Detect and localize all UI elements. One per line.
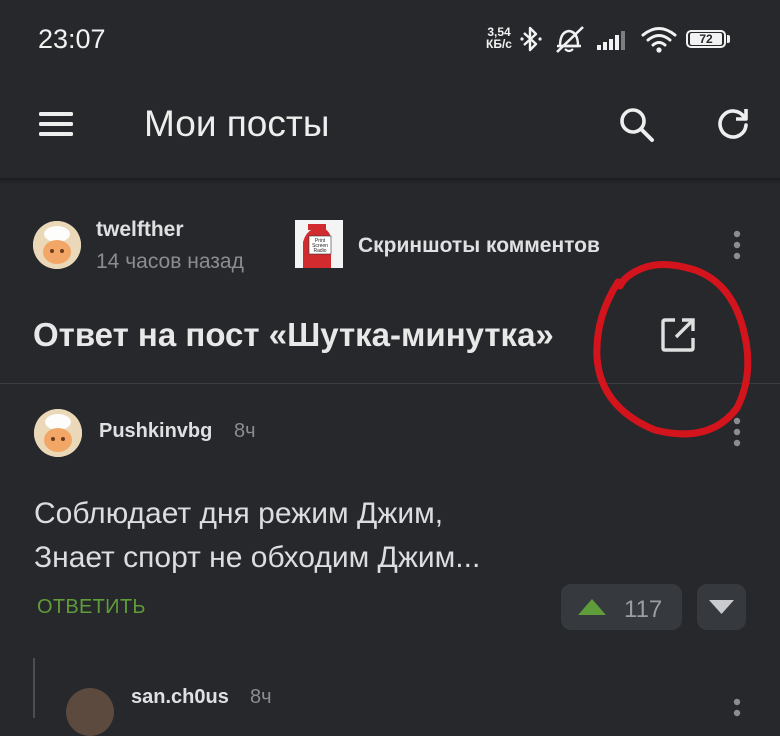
downvote-button[interactable] [697, 584, 746, 630]
community-logo-art: Print Screen Radio [295, 220, 343, 268]
network-speed-unit: КБ/с [486, 37, 512, 51]
community-logo[interactable]: Print Screen Radio [295, 220, 343, 268]
post-title[interactable]: Ответ на пост «Шутка-минутка» [33, 316, 554, 354]
reply-author[interactable]: san.ch0us [131, 686, 229, 709]
refresh-icon[interactable] [715, 106, 751, 142]
upvote-button[interactable] [561, 584, 682, 630]
comment-author-avatar[interactable] [34, 409, 82, 457]
community-name[interactable]: Скриншоты комментов [358, 234, 600, 258]
comment-more-vert-icon[interactable] [731, 416, 743, 448]
wifi-icon [641, 27, 677, 53]
signal-icon [597, 31, 625, 50]
more-vert-icon[interactable] [731, 229, 743, 261]
post-divider [0, 383, 780, 384]
downvote-arrow-icon [709, 600, 734, 614]
network-speed: 3,54 КБ/с [482, 26, 516, 50]
menu-icon[interactable] [39, 111, 73, 137]
thread-line [33, 658, 35, 718]
battery-tip [727, 35, 730, 43]
vote-count: 117 [624, 596, 663, 623]
community-logo-text-3: Radio [313, 248, 326, 254]
bluetooth-icon [520, 26, 542, 52]
page-title: Мои посты [144, 103, 330, 144]
open-external-icon[interactable] [660, 317, 696, 353]
author-avatar[interactable] [33, 221, 81, 269]
comment-text-line-2: Знает спорт не обходим Джим... [34, 541, 481, 574]
status-time: 23:07 [38, 24, 106, 54]
comment-time: 8ч [234, 420, 256, 442]
reply-author-avatar[interactable] [66, 688, 114, 736]
reply-more-vert-icon[interactable] [731, 697, 743, 729]
avatar-art-icon [34, 409, 82, 457]
search-icon[interactable] [618, 106, 656, 144]
post-author[interactable]: twelfther [96, 218, 184, 242]
post-time: 14 часов назад [96, 250, 244, 273]
battery-icon: 72 [686, 30, 726, 48]
app-bar [0, 78, 780, 180]
upvote-arrow-icon [578, 599, 606, 615]
reply-button[interactable]: ОТВЕТИТЬ [37, 596, 146, 619]
reply-time: 8ч [250, 686, 272, 708]
alarm-off-icon [556, 26, 584, 53]
comment-author[interactable]: Pushkinvbg [99, 420, 212, 443]
comment-text-line-1: Соблюдает дня режим Джим, [34, 497, 444, 530]
battery-level: 72 [690, 33, 722, 45]
app-bar-shadow [0, 178, 780, 184]
avatar-art-icon [33, 221, 81, 269]
